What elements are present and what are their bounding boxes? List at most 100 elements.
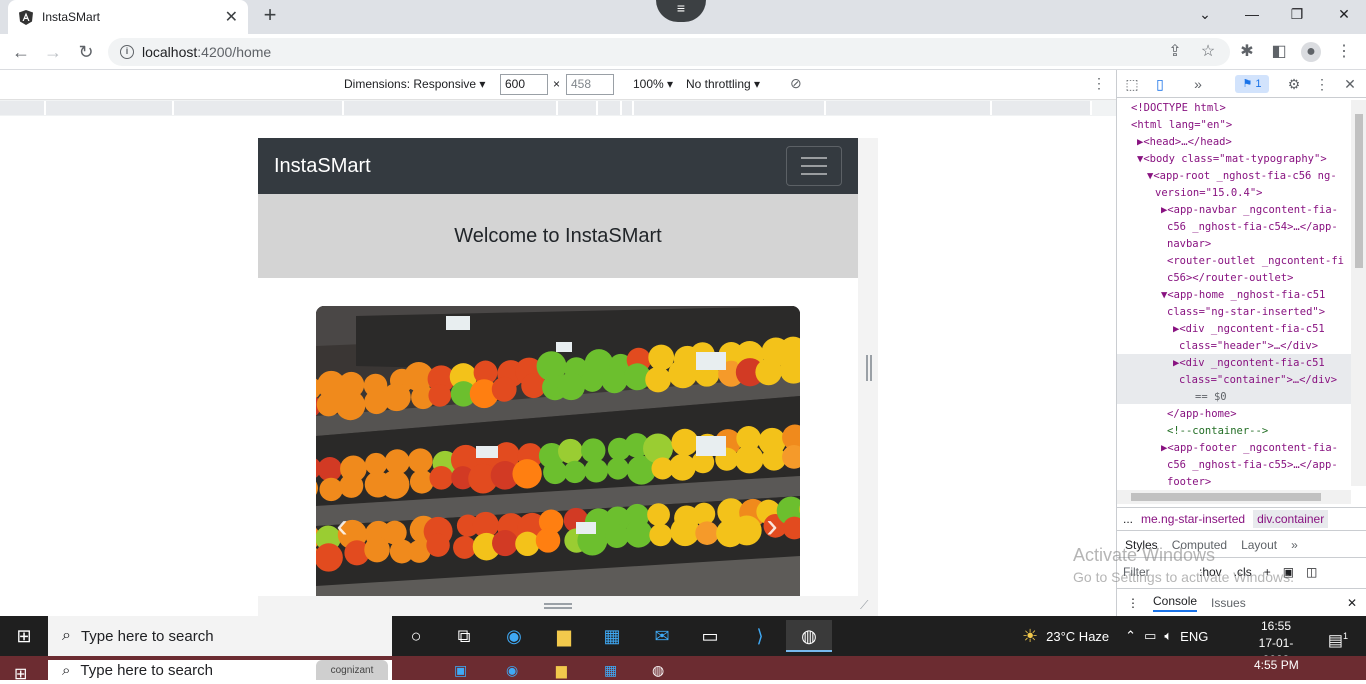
settings-gear-icon[interactable]: ⚙ xyxy=(1285,76,1303,93)
extensions-icon[interactable]: ✱ xyxy=(1237,42,1257,62)
language-indicator[interactable]: ENG xyxy=(1180,629,1208,644)
height-input[interactable]: 458 xyxy=(566,74,614,95)
dom-tree-line[interactable]: ▶<div _ngcontent-fia-c51 xyxy=(1173,355,1325,372)
breadcrumb-more[interactable]: ... xyxy=(1123,512,1133,526)
dom-tree-line[interactable]: <!DOCTYPE html> xyxy=(1131,100,1226,117)
bookmark-star-icon[interactable]: ☆ xyxy=(1198,42,1218,62)
elements-scrollbar[interactable] xyxy=(1351,100,1366,486)
dom-tree-line[interactable]: navbar> xyxy=(1167,236,1211,253)
dom-tree-line[interactable]: c56 _nghost-fia-c55>…</app- xyxy=(1167,457,1338,474)
restore-icon[interactable]: ❐ xyxy=(1285,6,1309,26)
host-chrome-icon[interactable]: ◍ xyxy=(652,662,664,679)
new-tab-icon[interactable]: + xyxy=(258,4,282,28)
tab-search-icon[interactable]: ⌄ xyxy=(1193,6,1217,26)
chrome-icon[interactable]: ◍ xyxy=(786,620,832,652)
resize-corner-icon[interactable]: ⟋ xyxy=(860,598,876,612)
zoom-select[interactable]: 100% ▾ xyxy=(633,77,673,91)
throttle-select[interactable]: No throttling ▾ xyxy=(686,77,760,91)
navbar-toggler-button[interactable] xyxy=(786,146,842,186)
more-style-tabs-icon[interactable]: » xyxy=(1291,538,1298,552)
dimensions-select[interactable]: Dimensions: Responsive ▾ xyxy=(344,77,485,91)
dom-tree-line[interactable]: ▶<app-footer _ngcontent-fia- xyxy=(1161,440,1338,457)
resize-handle-bottom[interactable] xyxy=(544,603,572,609)
close-devtools-icon[interactable]: ✕ xyxy=(1341,76,1359,93)
host-outlook-icon[interactable]: ▣ xyxy=(454,662,467,679)
host-edge-icon[interactable]: ◉ xyxy=(506,662,518,679)
network-icon[interactable]: ▭ xyxy=(1144,628,1156,644)
device-toggle-icon[interactable]: ▯ xyxy=(1151,76,1169,93)
dom-tree-line[interactable]: ▶<div _ngcontent-fia-c51 xyxy=(1173,321,1325,338)
mail-icon[interactable]: ✉ xyxy=(642,620,682,652)
host-clock[interactable]: 4:55 PM xyxy=(1254,658,1299,672)
task-view-icon[interactable]: ⧉ xyxy=(444,620,484,652)
dom-tree-line[interactable]: ▼<body class="mat-typography"> xyxy=(1137,151,1327,168)
devtools-menu-icon[interactable]: ⋮ xyxy=(1313,76,1331,93)
cortana-icon[interactable]: ○ xyxy=(396,620,436,652)
tab-console[interactable]: Console xyxy=(1153,594,1197,612)
dom-tree-line[interactable]: c56 _nghost-fia-c54>…</app- xyxy=(1167,219,1338,236)
reload-icon[interactable]: ↻ xyxy=(75,42,97,64)
close-drawer-icon[interactable]: ✕ xyxy=(1347,596,1357,610)
tab-issues[interactable]: Issues xyxy=(1211,596,1246,610)
edge-icon[interactable]: ◉ xyxy=(494,620,534,652)
dom-tree-line[interactable]: == $0 xyxy=(1195,389,1227,406)
volume-icon[interactable]: 🔈︎ xyxy=(1164,628,1172,644)
windows-start-icon[interactable]: ⊞ xyxy=(4,620,44,652)
media-query-ruler[interactable] xyxy=(0,100,1116,116)
host-explorer-icon[interactable]: ▆ xyxy=(556,662,567,679)
dom-tree-line[interactable]: footer> xyxy=(1167,474,1211,490)
tab-layout[interactable]: Layout xyxy=(1241,538,1277,552)
elements-tree[interactable]: <!DOCTYPE html><html lang="en">▶<head>…<… xyxy=(1117,100,1351,490)
weather-text[interactable]: 23°C Haze xyxy=(1046,629,1109,644)
dom-tree-line[interactable]: class="ng-star-inserted"> xyxy=(1167,304,1325,321)
tray-chevron-icon[interactable]: ⌃ xyxy=(1125,628,1136,644)
browser-tab[interactable]: InstaSMart ✕ xyxy=(8,0,248,34)
host-start-icon[interactable]: ⊞ xyxy=(14,664,27,684)
notification-icon[interactable]: ▤1 xyxy=(1318,620,1358,652)
breadcrumb-item[interactable]: me.ng-star-inserted xyxy=(1141,512,1245,526)
dom-tree-line[interactable]: version="15.0.4"> xyxy=(1155,185,1262,202)
more-tabs-icon[interactable]: » xyxy=(1189,76,1207,92)
rotate-icon[interactable]: ⊘ xyxy=(790,75,802,92)
carousel-next-icon[interactable]: › xyxy=(752,506,792,550)
dom-tree-line[interactable]: ▶<app-navbar _ngcontent-fia- xyxy=(1161,202,1338,219)
elements-hscrollbar[interactable] xyxy=(1117,490,1351,504)
address-bar[interactable]: i localhost:4200/home xyxy=(108,38,1230,66)
back-icon[interactable]: ← xyxy=(10,42,32,64)
dom-tree-line[interactable]: class="container">…</div> xyxy=(1179,372,1337,389)
navbar-brand[interactable]: InstaSMart xyxy=(274,155,371,178)
side-panel-icon[interactable]: ◧ xyxy=(1269,42,1289,62)
taskbar-search[interactable]: ⌕ Type here to search xyxy=(48,616,392,656)
dom-tree-line[interactable]: <router-outlet _ngcontent-fi xyxy=(1167,253,1344,270)
dom-tree-line[interactable]: ▼<app-home _nghost-fia-c51 xyxy=(1161,287,1325,304)
terminal-icon[interactable]: ▭ xyxy=(690,620,730,652)
clock[interactable]: 16:55 17-01-2023 xyxy=(1246,618,1306,654)
breadcrumb-item-current[interactable]: div.container xyxy=(1253,510,1328,528)
width-input[interactable]: 600 xyxy=(500,74,548,95)
minimize-icon[interactable]: — xyxy=(1240,6,1264,26)
dom-tree-line[interactable]: c56></router-outlet> xyxy=(1167,270,1293,287)
close-tab-icon[interactable]: ✕ xyxy=(225,7,238,27)
site-info-icon[interactable]: i xyxy=(120,45,134,59)
file-explorer-icon[interactable]: ▆ xyxy=(544,620,584,652)
resize-handle-right[interactable] xyxy=(866,355,872,381)
dom-tree-line[interactable]: ▼<app-root _nghost-fia-c56 ng- xyxy=(1147,168,1337,185)
dom-tree-line[interactable]: <!--container--> xyxy=(1167,423,1268,440)
dom-tree-line[interactable]: <html lang="en"> xyxy=(1131,117,1232,134)
vscode-icon[interactable]: ⟩ xyxy=(740,620,780,652)
drawer-menu-icon[interactable]: ⋮ xyxy=(1127,596,1139,610)
dom-tree-line[interactable]: class="header">…</div> xyxy=(1179,338,1318,355)
inspect-element-icon[interactable]: ⬚ xyxy=(1123,76,1141,93)
profile-avatar-icon[interactable]: ● xyxy=(1301,42,1321,62)
dom-tree-line[interactable]: ▶<head>…</head> xyxy=(1137,134,1232,151)
device-options-icon[interactable]: ⋮ xyxy=(1092,75,1106,92)
sidebar-toggle-icon[interactable]: ◫ xyxy=(1306,565,1317,579)
share-icon[interactable]: ⇪ xyxy=(1165,42,1185,62)
menu-kebab-icon[interactable]: ⋮ xyxy=(1334,42,1354,62)
carousel-prev-icon[interactable]: ‹ xyxy=(322,506,362,550)
host-store-icon[interactable]: ▦ xyxy=(604,662,617,679)
issues-badge[interactable]: ⚑ 1 xyxy=(1235,75,1269,93)
dom-tree-line[interactable]: </app-home> xyxy=(1167,406,1237,423)
close-window-icon[interactable]: ✕ xyxy=(1332,6,1356,26)
store-icon[interactable]: ▦ xyxy=(592,620,632,652)
